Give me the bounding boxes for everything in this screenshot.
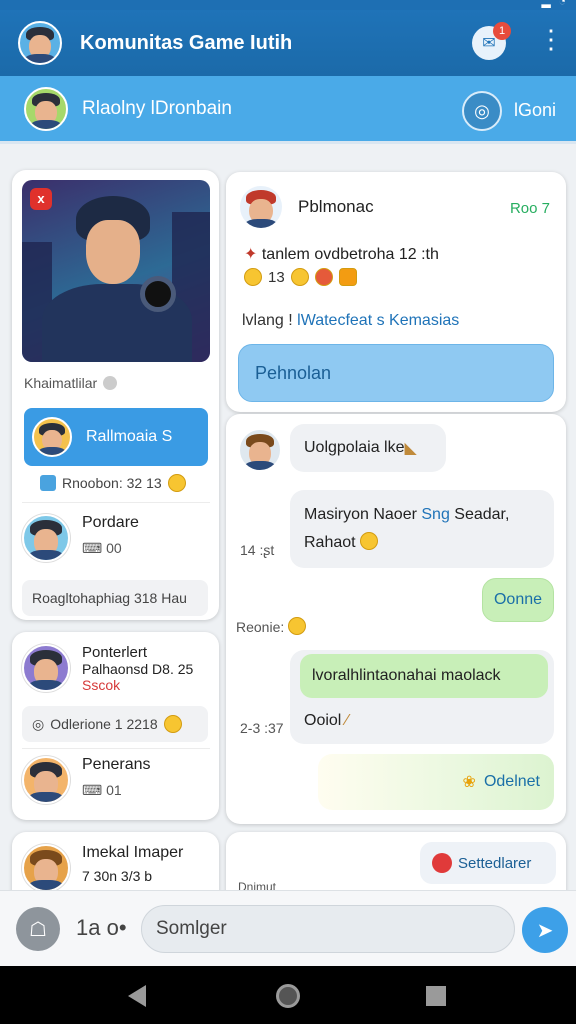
more-menu-icon[interactable]: ⋮ xyxy=(538,26,564,52)
list-item[interactable]: Penerans ⌨ 01 xyxy=(22,756,210,804)
avatar xyxy=(22,644,70,692)
signal-icon: ▂ xyxy=(541,0,551,8)
home-icon[interactable] xyxy=(276,984,300,1008)
camera-icon xyxy=(140,276,176,312)
smile-emoji-icon xyxy=(163,715,182,733)
recents-icon[interactable] xyxy=(426,986,446,1006)
system-nav-bar xyxy=(0,966,576,1024)
group-title: Rlaolny lDronbain xyxy=(82,97,232,119)
post-action-button[interactable]: Pehnolan xyxy=(238,344,554,402)
member-card: Ponterlert Palhaonsd D8. 25 Sscok ◎ Odle… xyxy=(12,632,219,820)
post-link[interactable]: lWatecfeat s Kemasias xyxy=(297,312,459,329)
chat-message: Masiryon Naoer Sng Seadar, Rahaot xyxy=(290,490,554,568)
author-avatar[interactable] xyxy=(238,184,284,230)
list-item[interactable]: Ponterlert Palhaonsd D8. 25 Sscok xyxy=(22,644,210,693)
timestamp: 2-3 :37 xyxy=(240,720,284,736)
avatar xyxy=(22,514,70,562)
status-icons: ▂ ◔ xyxy=(542,0,566,8)
chat-reply: ❀ Odelnet xyxy=(318,754,554,810)
post-status-badge: Roo 7 xyxy=(509,200,550,217)
clock-icon: ◎ xyxy=(32,715,45,732)
avatar xyxy=(22,844,70,892)
wifi-icon: ◔ xyxy=(558,0,566,8)
smile-emoji-icon xyxy=(167,474,186,492)
chat-reply: Oonne xyxy=(482,578,554,622)
post-link-text: lvlang ! lWatecfeat s Kemasias xyxy=(242,312,460,329)
item-meta: ⌨ 01 xyxy=(82,782,122,798)
emoji-icon xyxy=(314,268,333,286)
item-name: Imekal Imaper xyxy=(82,844,184,861)
emoji-icon xyxy=(288,617,307,635)
group-header[interactable]: Rlaolny lDronbain ◎ lGoni xyxy=(0,76,576,144)
chat-avatar[interactable] xyxy=(238,428,282,472)
composer-counter: 1a o• xyxy=(76,915,127,940)
info-icon xyxy=(103,376,118,390)
emoji-icon xyxy=(244,268,262,286)
close-icon[interactable]: x xyxy=(30,188,52,210)
member-item-active[interactable]: Rallmoaia S xyxy=(24,408,208,466)
timestamp: Reonie: xyxy=(236,617,307,635)
back-icon[interactable] xyxy=(128,985,146,1007)
item-meta: 7 30n 3/3 b xyxy=(82,868,153,884)
chat-card: Uolgpolaia lke ◣ Masiryon Naoer Sng Sead… xyxy=(226,414,566,824)
sticker-button[interactable]: Settedlarer xyxy=(420,842,556,884)
gamepad-icon: ⌨ xyxy=(82,782,107,798)
send-icon[interactable]: ➤ xyxy=(522,907,568,953)
app-bar: Komunitas Game Iutih ✉ 1 ⋮ xyxy=(0,10,576,76)
list-item[interactable]: Imekal Imaper 7 30n 3/3 b xyxy=(22,844,210,892)
card-footer: Roagltohaphiag 318 Hau xyxy=(22,580,208,616)
notification-badge: 1 xyxy=(493,22,511,40)
highlighted-text: lvoralhlintaonahai maolack xyxy=(300,654,548,698)
list-item[interactable]: Pordare ⌨ 00 xyxy=(22,514,210,562)
app-title: Komunitas Game Iutih xyxy=(80,31,293,54)
group-action-label[interactable]: lGoni xyxy=(514,100,556,121)
stats-bar: ◎ Odlerione 1 2218 xyxy=(22,706,208,742)
featured-card: x Khaimatlilar Rallmoaia S Rnoobon: 32 1… xyxy=(12,170,219,620)
post-reactions: 13 xyxy=(244,268,357,286)
timestamp: 14 :ʂt xyxy=(240,542,275,558)
emoji-icon xyxy=(290,268,309,286)
pencil-icon: ◣ xyxy=(404,440,417,457)
sticker-icon xyxy=(432,853,452,873)
post-card: Pblmonac Roo 7 ✦ tanlem ovdbetroha 12 :t… xyxy=(226,172,566,412)
trophy-icon xyxy=(40,475,56,491)
avatar xyxy=(22,756,70,804)
item-name: Pordare xyxy=(82,514,139,531)
member-name: Rallmoaia S xyxy=(86,428,173,445)
avatar xyxy=(32,417,72,457)
group-action-icon[interactable]: ◎ xyxy=(462,91,502,131)
chat-message: Uolgpolaia lke ◣ xyxy=(290,424,446,472)
message-composer: ☖ 1a o• ➤ xyxy=(0,890,576,966)
emoji-icon xyxy=(360,532,379,550)
group-avatar xyxy=(24,86,68,131)
item-meta: ⌨ 00 xyxy=(82,540,122,556)
item-name: Penerans xyxy=(82,756,151,773)
item-tag: Sscok xyxy=(82,677,121,693)
flower-icon: ❀ xyxy=(462,774,476,791)
item-name: Ponterlert xyxy=(82,644,148,661)
attach-icon[interactable]: ☖ xyxy=(16,907,60,951)
profile-avatar[interactable] xyxy=(18,21,62,65)
chat-message: lvoralhlintaonahai maolack Ooiol ⁄ xyxy=(290,650,554,744)
pencil-icon: ⁄ xyxy=(341,712,349,729)
post-text: ✦ tanlem ovdbetroha 12 :th xyxy=(244,246,439,263)
trophy-icon xyxy=(338,268,357,286)
featured-caption: Khaimatlilar xyxy=(24,375,118,391)
message-input[interactable] xyxy=(141,905,515,953)
pin-icon: ✦ xyxy=(244,246,262,263)
member-stats: Rnoobon: 32 13 xyxy=(40,474,186,492)
status-bar: ▂ ◔ xyxy=(0,0,576,10)
item-sub: Palhaonsd D8. 25 xyxy=(82,661,194,677)
post-author[interactable]: Pblmonac xyxy=(298,197,374,217)
gamepad-icon: ⌨ xyxy=(82,540,107,556)
